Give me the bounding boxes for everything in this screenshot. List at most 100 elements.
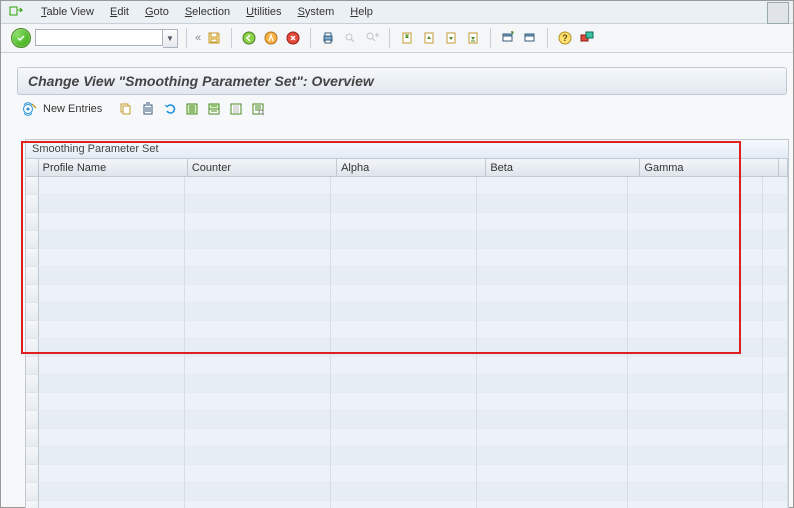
col-header-profile-name[interactable]: Profile Name — [39, 159, 188, 177]
table-cell[interactable] — [763, 339, 788, 357]
table-cell[interactable] — [39, 483, 185, 501]
table-settings-icon[interactable] — [250, 101, 266, 117]
command-field-dropdown[interactable]: ▼ — [163, 29, 178, 48]
row-selector[interactable] — [26, 339, 39, 357]
new-entries-button[interactable]: New Entries — [43, 103, 102, 115]
row-selector[interactable] — [26, 501, 39, 508]
table-cell[interactable] — [331, 393, 477, 411]
customize-icon[interactable] — [578, 29, 596, 47]
table-cell[interactable] — [331, 321, 477, 339]
table-cell[interactable] — [763, 357, 788, 375]
back-chevron-icon[interactable]: « — [195, 32, 201, 44]
table-cell[interactable] — [628, 465, 763, 483]
table-cell[interactable] — [39, 213, 185, 231]
table-cell[interactable] — [477, 249, 628, 267]
table-cell[interactable] — [185, 267, 331, 285]
row-selector[interactable] — [26, 321, 39, 339]
table-cell[interactable] — [477, 411, 628, 429]
table-cell[interactable] — [185, 177, 331, 195]
row-selector[interactable] — [26, 375, 39, 393]
table-cell[interactable] — [628, 447, 763, 465]
find-icon[interactable] — [341, 29, 359, 47]
table-cell[interactable] — [185, 303, 331, 321]
table-cell[interactable] — [477, 285, 628, 303]
table-cell[interactable] — [331, 177, 477, 195]
table-cell[interactable] — [477, 339, 628, 357]
next-page-icon[interactable] — [442, 29, 460, 47]
table-cell[interactable] — [331, 231, 477, 249]
table-cell[interactable] — [628, 357, 763, 375]
row-selector[interactable] — [26, 393, 39, 411]
table-cell[interactable] — [331, 195, 477, 213]
layout-icon[interactable] — [521, 29, 539, 47]
table-cell[interactable] — [39, 357, 185, 375]
delete-icon[interactable] — [140, 101, 156, 117]
col-header-alpha[interactable]: Alpha — [337, 159, 486, 177]
table-cell[interactable] — [185, 411, 331, 429]
table-cell[interactable] — [185, 285, 331, 303]
table-cell[interactable] — [331, 447, 477, 465]
enter-button[interactable] — [11, 28, 31, 48]
table-cell[interactable] — [39, 393, 185, 411]
first-page-icon[interactable] — [398, 29, 416, 47]
table-cell[interactable] — [39, 501, 185, 508]
table-cell[interactable] — [628, 267, 763, 285]
table-cell[interactable] — [331, 465, 477, 483]
row-selector[interactable] — [26, 285, 39, 303]
table-cell[interactable] — [185, 339, 331, 357]
table-cell[interactable] — [331, 339, 477, 357]
prev-page-icon[interactable] — [420, 29, 438, 47]
table-cell[interactable] — [39, 231, 185, 249]
change-display-icon[interactable] — [21, 101, 37, 117]
table-cell[interactable] — [763, 501, 788, 508]
table-cell[interactable] — [763, 447, 788, 465]
row-selector[interactable] — [26, 177, 39, 195]
table-cell[interactable] — [763, 195, 788, 213]
table-cell[interactable] — [331, 429, 477, 447]
select-block-icon[interactable] — [206, 101, 222, 117]
table-cell[interactable] — [39, 465, 185, 483]
table-cell[interactable] — [763, 267, 788, 285]
table-cell[interactable] — [477, 375, 628, 393]
table-cell[interactable] — [763, 483, 788, 501]
last-page-icon[interactable] — [464, 29, 482, 47]
table-cell[interactable] — [39, 303, 185, 321]
table-cell[interactable] — [39, 267, 185, 285]
menu-selection[interactable]: Selection — [177, 6, 238, 18]
table-cell[interactable] — [477, 357, 628, 375]
table-cell[interactable] — [477, 213, 628, 231]
table-cell[interactable] — [331, 303, 477, 321]
table-cell[interactable] — [628, 195, 763, 213]
table-cell[interactable] — [39, 447, 185, 465]
row-selector[interactable] — [26, 249, 39, 267]
table-cell[interactable] — [763, 177, 788, 195]
table-cell[interactable] — [477, 501, 628, 508]
table-cell[interactable] — [477, 465, 628, 483]
table-cell[interactable] — [477, 447, 628, 465]
table-cell[interactable] — [628, 213, 763, 231]
table-cell[interactable] — [628, 321, 763, 339]
table-cell[interactable] — [763, 429, 788, 447]
exit-icon[interactable] — [262, 29, 280, 47]
table-cell[interactable] — [39, 339, 185, 357]
table-cell[interactable] — [763, 213, 788, 231]
table-cell[interactable] — [628, 375, 763, 393]
table-cell[interactable] — [763, 249, 788, 267]
table-cell[interactable] — [628, 285, 763, 303]
table-cell[interactable] — [185, 321, 331, 339]
table-cell[interactable] — [763, 285, 788, 303]
row-selector[interactable] — [26, 411, 39, 429]
table-cell[interactable] — [763, 411, 788, 429]
table-cell[interactable] — [331, 357, 477, 375]
table-cell[interactable] — [628, 483, 763, 501]
table-cell[interactable] — [331, 375, 477, 393]
table-cell[interactable] — [477, 195, 628, 213]
col-header-gamma[interactable]: Gamma — [640, 159, 779, 177]
row-selector[interactable] — [26, 195, 39, 213]
table-cell[interactable] — [763, 393, 788, 411]
table-cell[interactable] — [331, 213, 477, 231]
table-cell[interactable] — [185, 375, 331, 393]
table-cell[interactable] — [477, 483, 628, 501]
table-cell[interactable] — [628, 393, 763, 411]
table-cell[interactable] — [331, 483, 477, 501]
